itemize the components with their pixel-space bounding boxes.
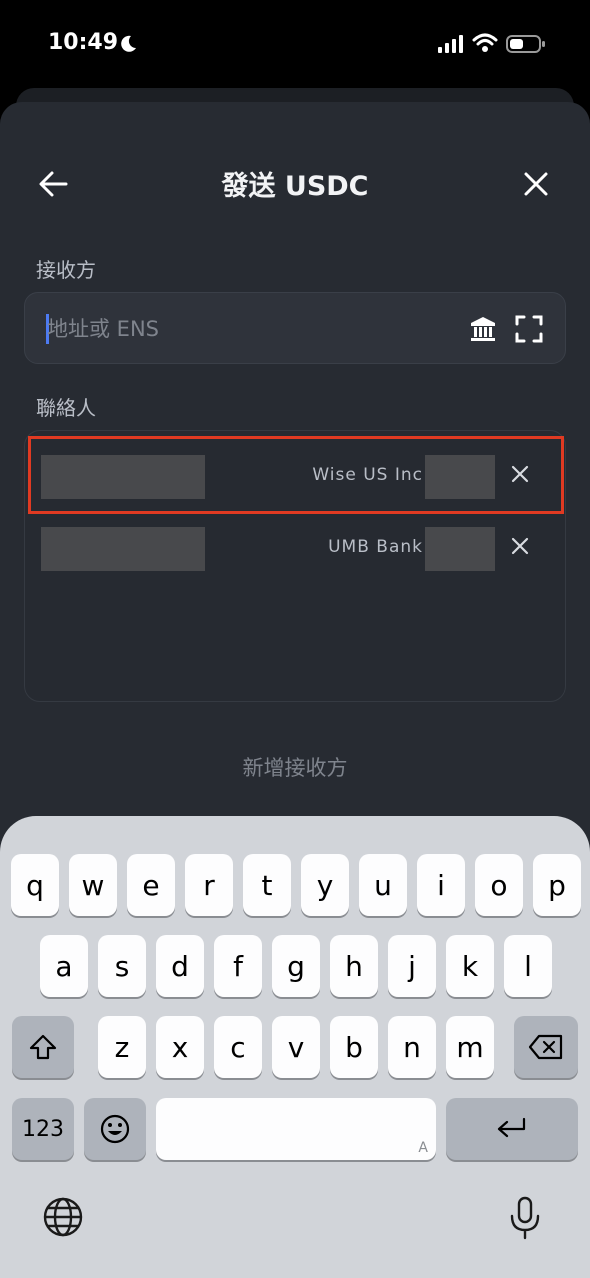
- backspace-icon: [528, 1034, 563, 1060]
- key-g[interactable]: g: [272, 935, 320, 997]
- recipient-label: 接收方: [36, 258, 96, 282]
- globe-icon[interactable]: [42, 1196, 84, 1238]
- contact-bank-name: Wise US Inc: [312, 465, 423, 485]
- key-d[interactable]: d: [156, 935, 204, 997]
- add-recipient-button[interactable]: 新增接收方: [0, 752, 590, 782]
- battery-icon: [506, 35, 545, 53]
- return-icon: [497, 1117, 526, 1138]
- contact-item[interactable]: UMB Bank: [25, 521, 567, 581]
- bank-icon[interactable]: [469, 315, 497, 343]
- remove-contact-button[interactable]: [509, 463, 531, 485]
- key-p[interactable]: p: [533, 854, 581, 916]
- key-q[interactable]: q: [11, 854, 59, 916]
- space-key[interactable]: A: [156, 1098, 436, 1160]
- key-r[interactable]: r: [185, 854, 233, 916]
- emoji-icon: [100, 1114, 130, 1144]
- key-b[interactable]: b: [330, 1016, 378, 1078]
- key-n[interactable]: n: [388, 1016, 436, 1078]
- moon-icon: [121, 35, 136, 52]
- contact-item[interactable]: Wise US Inc: [25, 449, 567, 509]
- key-i[interactable]: i: [417, 854, 465, 916]
- key-o[interactable]: o: [475, 854, 523, 916]
- scan-icon[interactable]: [515, 315, 543, 343]
- microphone-icon[interactable]: [508, 1196, 542, 1240]
- redacted-name: [41, 455, 205, 499]
- space-hint: A: [418, 1140, 428, 1156]
- address-field[interactable]: [24, 292, 566, 364]
- cellular-signal-icon: [438, 35, 463, 53]
- contacts-label: 聯絡人: [36, 396, 96, 420]
- key-f[interactable]: f: [214, 935, 262, 997]
- key-m[interactable]: m: [446, 1016, 494, 1078]
- numbers-key[interactable]: 123: [12, 1098, 74, 1160]
- wifi-icon: [472, 33, 498, 52]
- shift-icon: [29, 1034, 57, 1060]
- backspace-key[interactable]: [514, 1016, 578, 1078]
- page-title: 發送 USDC: [221, 171, 369, 202]
- address-input[interactable]: [47, 309, 447, 349]
- redacted-account: [425, 455, 495, 499]
- close-icon: [524, 172, 548, 196]
- status-bar: 10:49: [0, 0, 590, 88]
- key-s[interactable]: s: [98, 935, 146, 997]
- contacts-list: Wise US Inc UMB Bank: [24, 430, 566, 702]
- remove-contact-button[interactable]: [509, 535, 531, 557]
- key-y[interactable]: y: [301, 854, 349, 916]
- key-t[interactable]: t: [243, 854, 291, 916]
- key-l[interactable]: l: [504, 935, 552, 997]
- return-key[interactable]: [446, 1098, 578, 1160]
- key-w[interactable]: w: [69, 854, 117, 916]
- key-j[interactable]: j: [388, 935, 436, 997]
- redacted-name: [41, 527, 205, 571]
- emoji-key[interactable]: [84, 1098, 146, 1160]
- key-h[interactable]: h: [330, 935, 378, 997]
- keyboard: qwertyuiop asdfghjkl zxcvbnm 123 A: [0, 816, 590, 1278]
- redacted-account: [425, 527, 495, 571]
- contact-bank-name: UMB Bank: [328, 537, 423, 557]
- close-button[interactable]: [520, 168, 552, 200]
- key-v[interactable]: v: [272, 1016, 320, 1078]
- key-z[interactable]: z: [98, 1016, 146, 1078]
- key-c[interactable]: c: [214, 1016, 262, 1078]
- status-time: 10:49: [48, 30, 119, 55]
- key-u[interactable]: u: [359, 854, 407, 916]
- key-a[interactable]: a: [40, 935, 88, 997]
- key-e[interactable]: e: [127, 854, 175, 916]
- key-x[interactable]: x: [156, 1016, 204, 1078]
- shift-key[interactable]: [12, 1016, 74, 1078]
- key-k[interactable]: k: [446, 935, 494, 997]
